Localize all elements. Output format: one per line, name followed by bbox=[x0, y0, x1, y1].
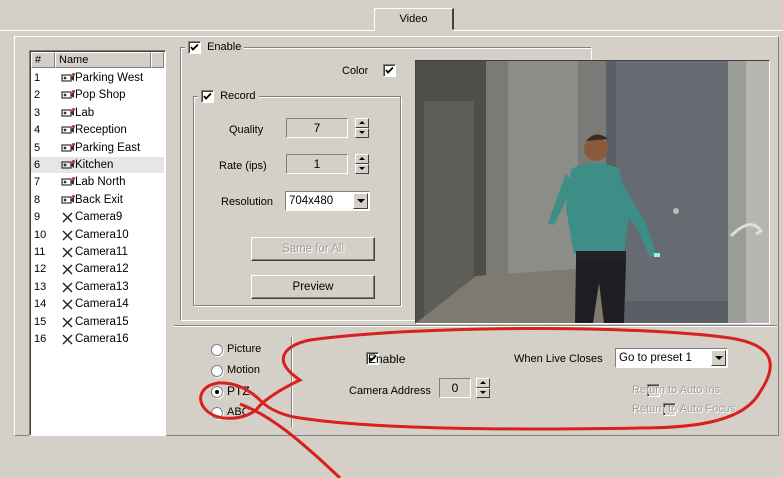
red-annotation-overlay bbox=[199, 326, 772, 478]
annotation-loop bbox=[199, 326, 772, 431]
